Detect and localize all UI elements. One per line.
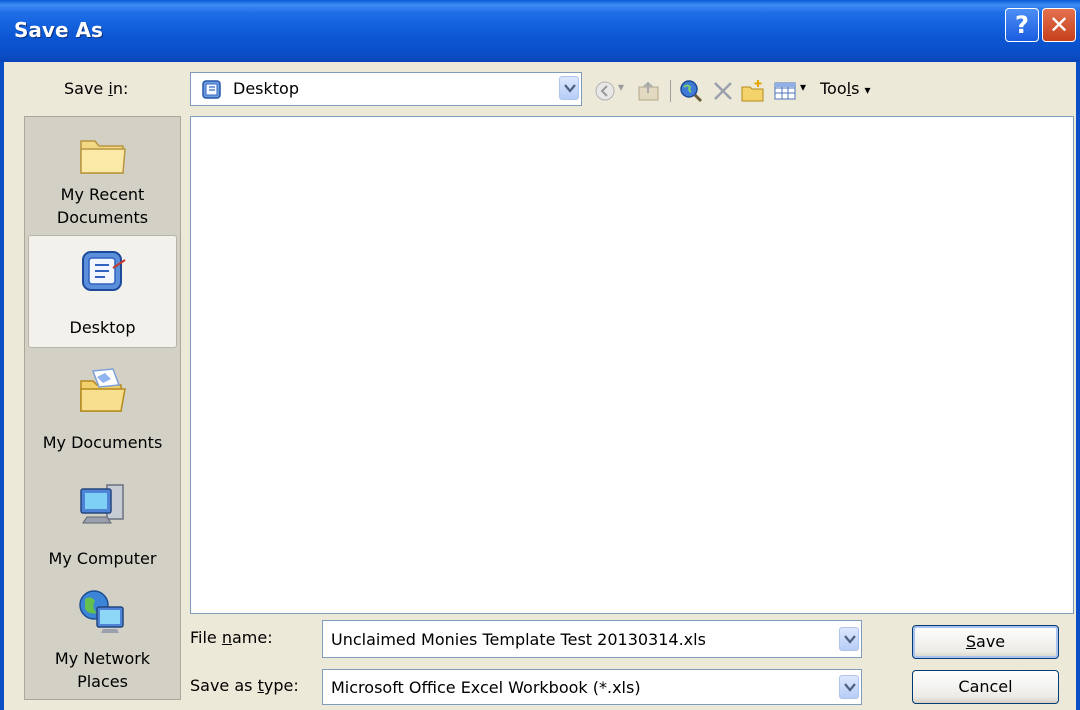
- network-places-icon: [78, 590, 124, 633]
- place-desktop[interactable]: Desktop: [28, 235, 177, 348]
- back-arrow-icon: [595, 81, 615, 101]
- place-my-computer[interactable]: My Computer: [28, 469, 177, 582]
- file-name-dropdown-arrow[interactable]: [839, 627, 859, 651]
- save-as-type-dropdown-arrow[interactable]: [839, 675, 859, 699]
- delete-x-icon: [714, 82, 732, 100]
- views-button[interactable]: [772, 78, 798, 104]
- place-label: My Recent: [60, 185, 145, 204]
- place-my-network-places[interactable]: My Network Places: [28, 583, 177, 696]
- save-as-type-value: Microsoft Office Excel Workbook (*.xls): [331, 678, 641, 697]
- new-folder-icon: [741, 80, 764, 102]
- save-as-type-dropdown[interactable]: Microsoft Office Excel Workbook (*.xls): [322, 669, 862, 705]
- dialog-title: Save As: [14, 18, 103, 42]
- file-name-label: File name:: [190, 628, 273, 647]
- tools-menu[interactable]: Tools ▾: [820, 79, 871, 98]
- save-button[interactable]: Save: [912, 625, 1059, 659]
- place-label: My Computer: [48, 549, 157, 568]
- views-grid-icon: [774, 82, 796, 100]
- desktop-icon: [81, 251, 126, 291]
- place-my-recent-documents[interactable]: My Recent Documents: [28, 119, 177, 232]
- save-in-dropdown[interactable]: Desktop: [190, 72, 582, 106]
- place-label: My Documents: [42, 433, 163, 452]
- places-bar: My Recent Documents Desktop My Documents: [24, 116, 181, 700]
- close-button[interactable]: ✕: [1042, 8, 1076, 42]
- my-documents-icon: [79, 368, 126, 412]
- chevron-down-icon: [564, 84, 576, 93]
- place-label: Places: [77, 672, 128, 691]
- place-label: Desktop: [69, 318, 136, 337]
- place-my-documents[interactable]: My Documents: [28, 355, 177, 468]
- delete-button[interactable]: [710, 78, 736, 104]
- save-in-value: Desktop: [233, 79, 299, 98]
- place-label: My Network: [54, 649, 151, 668]
- help-button[interactable]: ?: [1005, 8, 1039, 42]
- back-button[interactable]: [592, 78, 618, 104]
- file-name-value: Unclaimed Monies Template Test 20130314.…: [331, 630, 706, 649]
- up-folder-icon: [638, 81, 659, 101]
- save-as-dialog: Save As ? ✕ Save in: Desktop ▾ ▾ Tools ▾…: [0, 0, 1080, 710]
- cancel-button[interactable]: Cancel: [912, 670, 1059, 704]
- search-web-icon: [680, 80, 703, 103]
- my-computer-icon: [79, 484, 124, 524]
- close-icon: ✕: [1048, 11, 1070, 39]
- search-web-button[interactable]: [678, 78, 704, 104]
- chevron-down-icon: [844, 683, 856, 692]
- desktop-small-icon: [202, 80, 221, 99]
- new-folder-button[interactable]: [740, 78, 766, 104]
- place-label: Documents: [56, 208, 149, 227]
- title-bar[interactable]: Save As ? ✕: [0, 0, 1080, 62]
- save-in-dropdown-arrow[interactable]: [559, 76, 579, 100]
- up-folder-button[interactable]: [636, 78, 662, 104]
- recent-folder-icon: [79, 140, 126, 174]
- chevron-down-icon: [844, 635, 856, 644]
- save-as-type-label: Save as type:: [190, 676, 299, 695]
- toolbar-separator: [670, 80, 671, 102]
- save-in-label: Save in:: [64, 79, 129, 98]
- back-dropdown-arrow[interactable]: ▾: [618, 80, 624, 94]
- file-list[interactable]: [190, 116, 1074, 614]
- window-border-left: [0, 62, 4, 710]
- help-icon: ?: [1015, 11, 1029, 39]
- views-dropdown-arrow[interactable]: ▾: [800, 80, 806, 94]
- window-border-right: [1076, 62, 1080, 710]
- file-name-input[interactable]: Unclaimed Monies Template Test 20130314.…: [322, 620, 862, 658]
